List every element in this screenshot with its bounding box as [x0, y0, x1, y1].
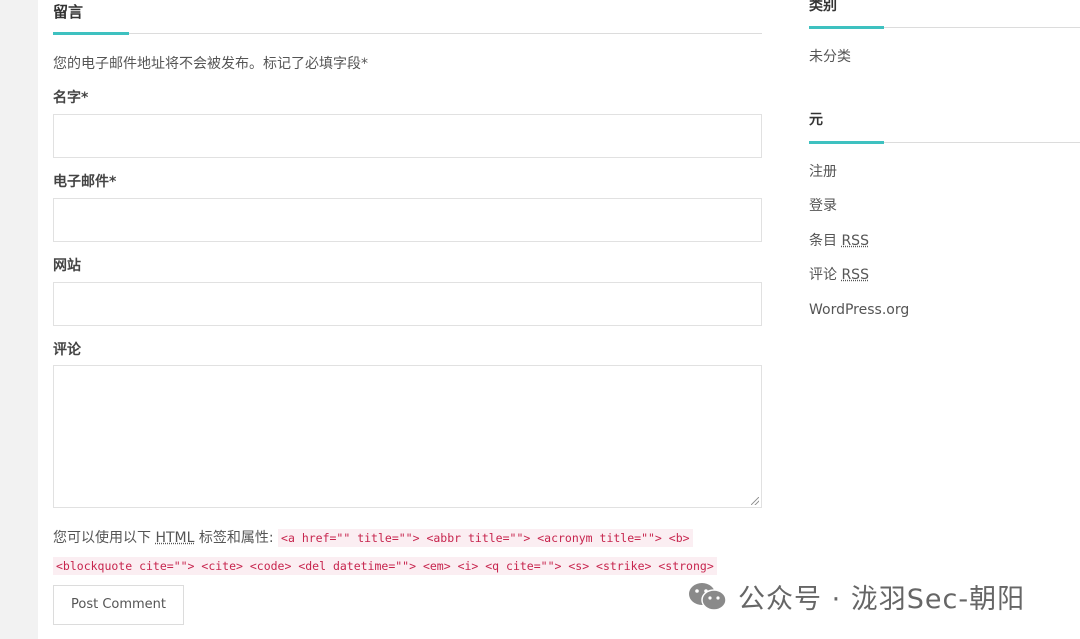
- allowed-tags-code-line1: <a href="" title=""> <abbr title=""> <ac…: [278, 529, 693, 547]
- comment-textarea[interactable]: [53, 365, 762, 508]
- entries-rss-link[interactable]: 条目 RSS: [809, 231, 869, 251]
- comment-form-title: 留言: [53, 3, 84, 21]
- meta-widget-title: 元: [809, 112, 823, 128]
- email-input[interactable]: [53, 198, 762, 242]
- wechat-icon: [689, 583, 727, 611]
- comments-rss-link[interactable]: 评论 RSS: [809, 265, 869, 285]
- allowed-tags-suffix: 标签和属性:: [198, 530, 274, 546]
- post-comment-button[interactable]: Post Comment: [53, 585, 184, 625]
- comments-rss-abbr: RSS: [841, 267, 869, 283]
- entries-rss-abbr: RSS: [841, 233, 869, 249]
- register-link[interactable]: 注册: [809, 162, 837, 182]
- website-input[interactable]: [53, 282, 762, 326]
- title-accent-bar: [53, 32, 129, 35]
- name-input[interactable]: [53, 114, 762, 158]
- website-label: 网站: [53, 258, 81, 274]
- html-abbr: HTML: [155, 530, 195, 546]
- comments-rss-prefix: 评论: [809, 267, 837, 283]
- allowed-tags-prefix: 您可以使用以下: [53, 530, 151, 546]
- resize-grip-icon[interactable]: [751, 497, 759, 505]
- category-link-uncategorized[interactable]: 未分类: [809, 47, 851, 67]
- required-notice: 您的电子邮件地址将不会被发布。标记了必填字段*: [53, 56, 368, 72]
- title-divider: [53, 33, 762, 34]
- watermark-text: 公众号 · 泷羽Sec-朝阳: [738, 583, 1026, 615]
- categories-widget-title: 类别: [809, 0, 837, 14]
- categories-accent-bar: [809, 26, 884, 29]
- meta-accent-bar: [809, 141, 884, 144]
- login-link[interactable]: 登录: [809, 196, 837, 216]
- watermark: 公众号 · 泷羽Sec-朝阳: [686, 578, 1026, 615]
- left-gutter: [0, 0, 38, 639]
- entries-rss-prefix: 条目: [809, 233, 837, 249]
- wordpress-org-link[interactable]: WordPress.org: [809, 300, 909, 320]
- comment-label: 评论: [53, 342, 81, 358]
- name-label: 名字*: [53, 90, 89, 106]
- email-label: 电子邮件*: [53, 174, 117, 190]
- allowed-tags-note: 您可以使用以下 HTML 标签和属性: <a href="" title="">…: [53, 524, 762, 580]
- allowed-tags-code-line2: <blockquote cite=""> <cite> <code> <del …: [53, 557, 717, 575]
